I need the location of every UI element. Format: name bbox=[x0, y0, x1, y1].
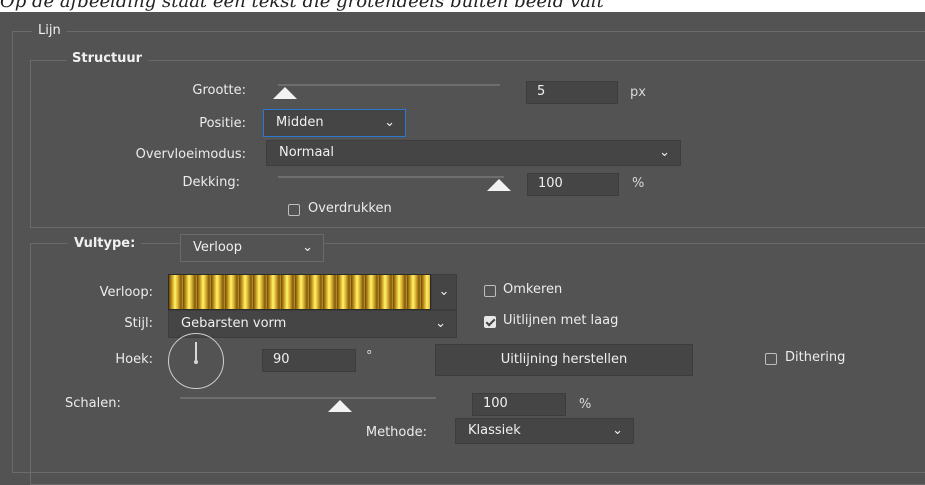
chevron-down-icon: ⌄ bbox=[384, 115, 395, 130]
triangle-thumb-icon bbox=[273, 87, 297, 99]
chevron-down-icon: ⌄ bbox=[435, 316, 446, 331]
dithering-checkbox[interactable] bbox=[765, 353, 777, 365]
uitlijnen-label[interactable]: Uitlijnen met laag bbox=[503, 313, 618, 328]
top-caption-text: Op de afbeelding staat een tekst die gro… bbox=[0, 0, 604, 12]
triangle-thumb-icon bbox=[328, 400, 352, 412]
gradient-swatch[interactable] bbox=[168, 274, 431, 310]
omkeren-label[interactable]: Omkeren bbox=[503, 282, 562, 297]
degree-symbol: ° bbox=[366, 349, 373, 364]
dekking-label: Dekking: bbox=[182, 175, 240, 190]
chevron-down-icon: ⌄ bbox=[302, 240, 313, 255]
overdrukken-label[interactable]: Overdrukken bbox=[308, 201, 392, 216]
schalen-input[interactable]: 100 bbox=[472, 393, 566, 416]
overvloeimodus-value: Normaal bbox=[279, 145, 335, 160]
omkeren-checkbox[interactable] bbox=[484, 285, 496, 297]
dekking-unit: % bbox=[632, 176, 645, 191]
chevron-down-icon: ⌄ bbox=[612, 423, 623, 438]
positie-value: Midden bbox=[276, 115, 324, 130]
dekking-slider-track[interactable] bbox=[278, 176, 504, 178]
positie-dropdown[interactable]: Midden ⌄ bbox=[263, 109, 406, 137]
uitlijnen-checkbox[interactable] bbox=[484, 316, 496, 328]
top-cropped-caption: Op de afbeelding staat een tekst die gro… bbox=[0, 0, 925, 12]
angle-dial-icon[interactable] bbox=[168, 333, 224, 389]
dithering-label[interactable]: Dithering bbox=[785, 350, 845, 365]
hoek-label: Hoek: bbox=[115, 352, 153, 367]
methode-dropdown[interactable]: Klassiek ⌄ bbox=[455, 418, 634, 444]
grootte-label: Grootte: bbox=[192, 83, 246, 98]
stijl-dropdown[interactable]: Gebarsten vorm ⌄ bbox=[168, 310, 457, 338]
grootte-slider-track[interactable] bbox=[278, 84, 500, 86]
methode-label: Methode: bbox=[365, 425, 427, 440]
dekking-input[interactable]: 100 bbox=[527, 173, 619, 196]
methode-value: Klassiek bbox=[468, 423, 521, 438]
triangle-thumb-icon bbox=[487, 179, 511, 191]
vultype-legend: Vultype: bbox=[68, 236, 142, 251]
schalen-unit: % bbox=[579, 397, 592, 412]
lijn-legend: Lijn bbox=[32, 23, 67, 38]
overvloeimodus-dropdown[interactable]: Normaal ⌄ bbox=[266, 140, 681, 166]
reset-alignment-button[interactable]: Uitlijning herstellen bbox=[435, 344, 693, 376]
stijl-value: Gebarsten vorm bbox=[181, 316, 287, 331]
gradient-dropdown-button[interactable]: ⌄ bbox=[431, 274, 457, 310]
verloop-label: Verloop: bbox=[99, 285, 153, 300]
vultype-value: Verloop bbox=[193, 240, 242, 255]
vultype-dropdown[interactable]: Verloop ⌄ bbox=[180, 234, 324, 262]
overvloeimodus-label: Overvloeimodus: bbox=[135, 147, 246, 162]
hoek-input[interactable]: 90 bbox=[262, 349, 356, 372]
schalen-slider-track[interactable] bbox=[180, 397, 436, 399]
grootte-unit: px bbox=[630, 85, 646, 100]
stijl-label: Stijl: bbox=[124, 316, 153, 331]
chevron-down-icon: ⌄ bbox=[438, 284, 450, 299]
schalen-label: Schalen: bbox=[65, 396, 121, 411]
structuur-legend: Structuur bbox=[66, 51, 149, 66]
overdrukken-checkbox[interactable] bbox=[288, 204, 300, 216]
chevron-down-icon: ⌄ bbox=[659, 145, 670, 160]
grootte-input[interactable]: 5 bbox=[526, 81, 618, 104]
positie-label: Positie: bbox=[199, 116, 246, 131]
